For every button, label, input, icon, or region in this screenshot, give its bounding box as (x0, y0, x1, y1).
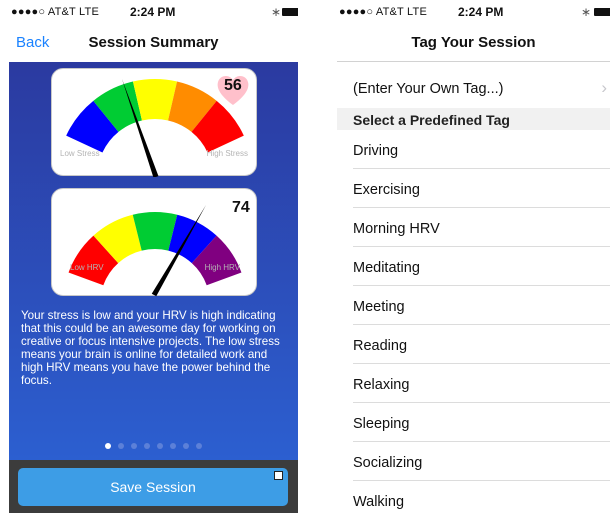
tag-label: Reading (353, 338, 408, 354)
tag-label: Meditating (353, 260, 420, 276)
tag-label: Socializing (353, 455, 423, 471)
bottom-toolbar: Save Session (9, 460, 298, 513)
nav-bar: Tag Your Session (337, 24, 610, 62)
page-dot[interactable] (131, 443, 137, 449)
page-dot[interactable] (183, 443, 189, 449)
page-indicator[interactable] (9, 443, 298, 449)
clock: 2:24 PM (130, 5, 176, 19)
stress-low-label: Low Stress (60, 149, 100, 158)
stress-value: 56 (224, 77, 242, 94)
clock: 2:24 PM (458, 5, 504, 19)
summary-description: Your stress is low and your HRV is high … (21, 309, 280, 388)
carrier-label: ●●●●○ AT&T LTE (339, 6, 427, 18)
predefined-tag-list: Driving Exercising Morning HRV Meditating Me… (337, 130, 610, 513)
tag-row[interactable]: Exercising (337, 169, 610, 208)
carrier-label: ●●●●○ AT&T LTE (11, 6, 99, 18)
hrv-gauge-card: Low HRV High HRV 74 (51, 188, 257, 297)
tag-label: Walking (353, 494, 405, 510)
tag-row[interactable]: Walking (337, 481, 610, 513)
section-header-label: Select a Predefined Tag (353, 112, 510, 128)
page-title: Session Summary (88, 34, 219, 51)
hrv-value: 74 (232, 199, 250, 216)
tag-row[interactable]: Meeting (337, 286, 610, 325)
battery-icon (282, 8, 298, 16)
page-dot[interactable] (118, 443, 124, 449)
tag-row[interactable]: Socializing (337, 442, 610, 481)
hrv-gauge (68, 205, 242, 297)
tag-row[interactable]: Sleeping (337, 403, 610, 442)
tag-row[interactable]: Morning HRV (337, 208, 610, 247)
tag-label: Exercising (353, 182, 420, 198)
chevron-right-icon: › (601, 78, 607, 97)
tag-row[interactable]: Meditating (337, 247, 610, 286)
battery-icon (594, 8, 610, 16)
page-dot[interactable] (144, 443, 150, 449)
page-dot[interactable] (157, 443, 163, 449)
status-bar: ●●●●○ AT&T LTE 2:24 PM ∗ (337, 0, 610, 24)
bluetooth-icon: ∗ (271, 5, 282, 19)
save-session-button[interactable]: Save Session (18, 468, 288, 506)
tag-label: Morning HRV (353, 221, 440, 237)
custom-tag-row[interactable]: (Enter Your Own Tag...) › (337, 69, 610, 109)
section-header: Select a Predefined Tag (337, 108, 610, 130)
page-dot[interactable] (105, 443, 111, 449)
bluetooth-icon: ∗ (581, 5, 592, 19)
tag-label: Sleeping (353, 416, 410, 432)
tag-label: Meeting (353, 299, 405, 315)
tag-label: Relaxing (353, 377, 410, 393)
nav-bar: Back Session Summary (9, 24, 298, 62)
page-dot[interactable] (196, 443, 202, 449)
status-bar: ●●●●○ AT&T LTE 2:24 PM ∗ (9, 0, 298, 24)
custom-tag-label: (Enter Your Own Tag...) (353, 81, 504, 97)
tag-label: Driving (353, 143, 399, 159)
hrv-low-label: Low HRV (70, 263, 104, 272)
page-title: Tag Your Session (411, 34, 536, 51)
session-summary-screen: ●●●●○ AT&T LTE 2:24 PM ∗ Back Session Su… (9, 0, 298, 513)
page-dot[interactable] (170, 443, 176, 449)
tag-row[interactable]: Reading (337, 325, 610, 364)
hrv-high-label: High HRV (204, 263, 240, 272)
checkbox-icon (274, 471, 283, 480)
stress-high-label: High Stress (206, 149, 248, 158)
save-session-label: Save Session (110, 479, 196, 495)
tag-row[interactable]: Relaxing (337, 364, 610, 403)
stress-gauge-card: Low Stress High Stress 56 (51, 68, 257, 177)
tag-row[interactable]: Driving (337, 130, 610, 169)
summary-panel: Low Stress High Stress 56 Low HRV High H… (9, 62, 298, 460)
tag-session-screen: ●●●●○ AT&T LTE 2:24 PM ∗ Tag Your Sessio… (337, 0, 610, 513)
